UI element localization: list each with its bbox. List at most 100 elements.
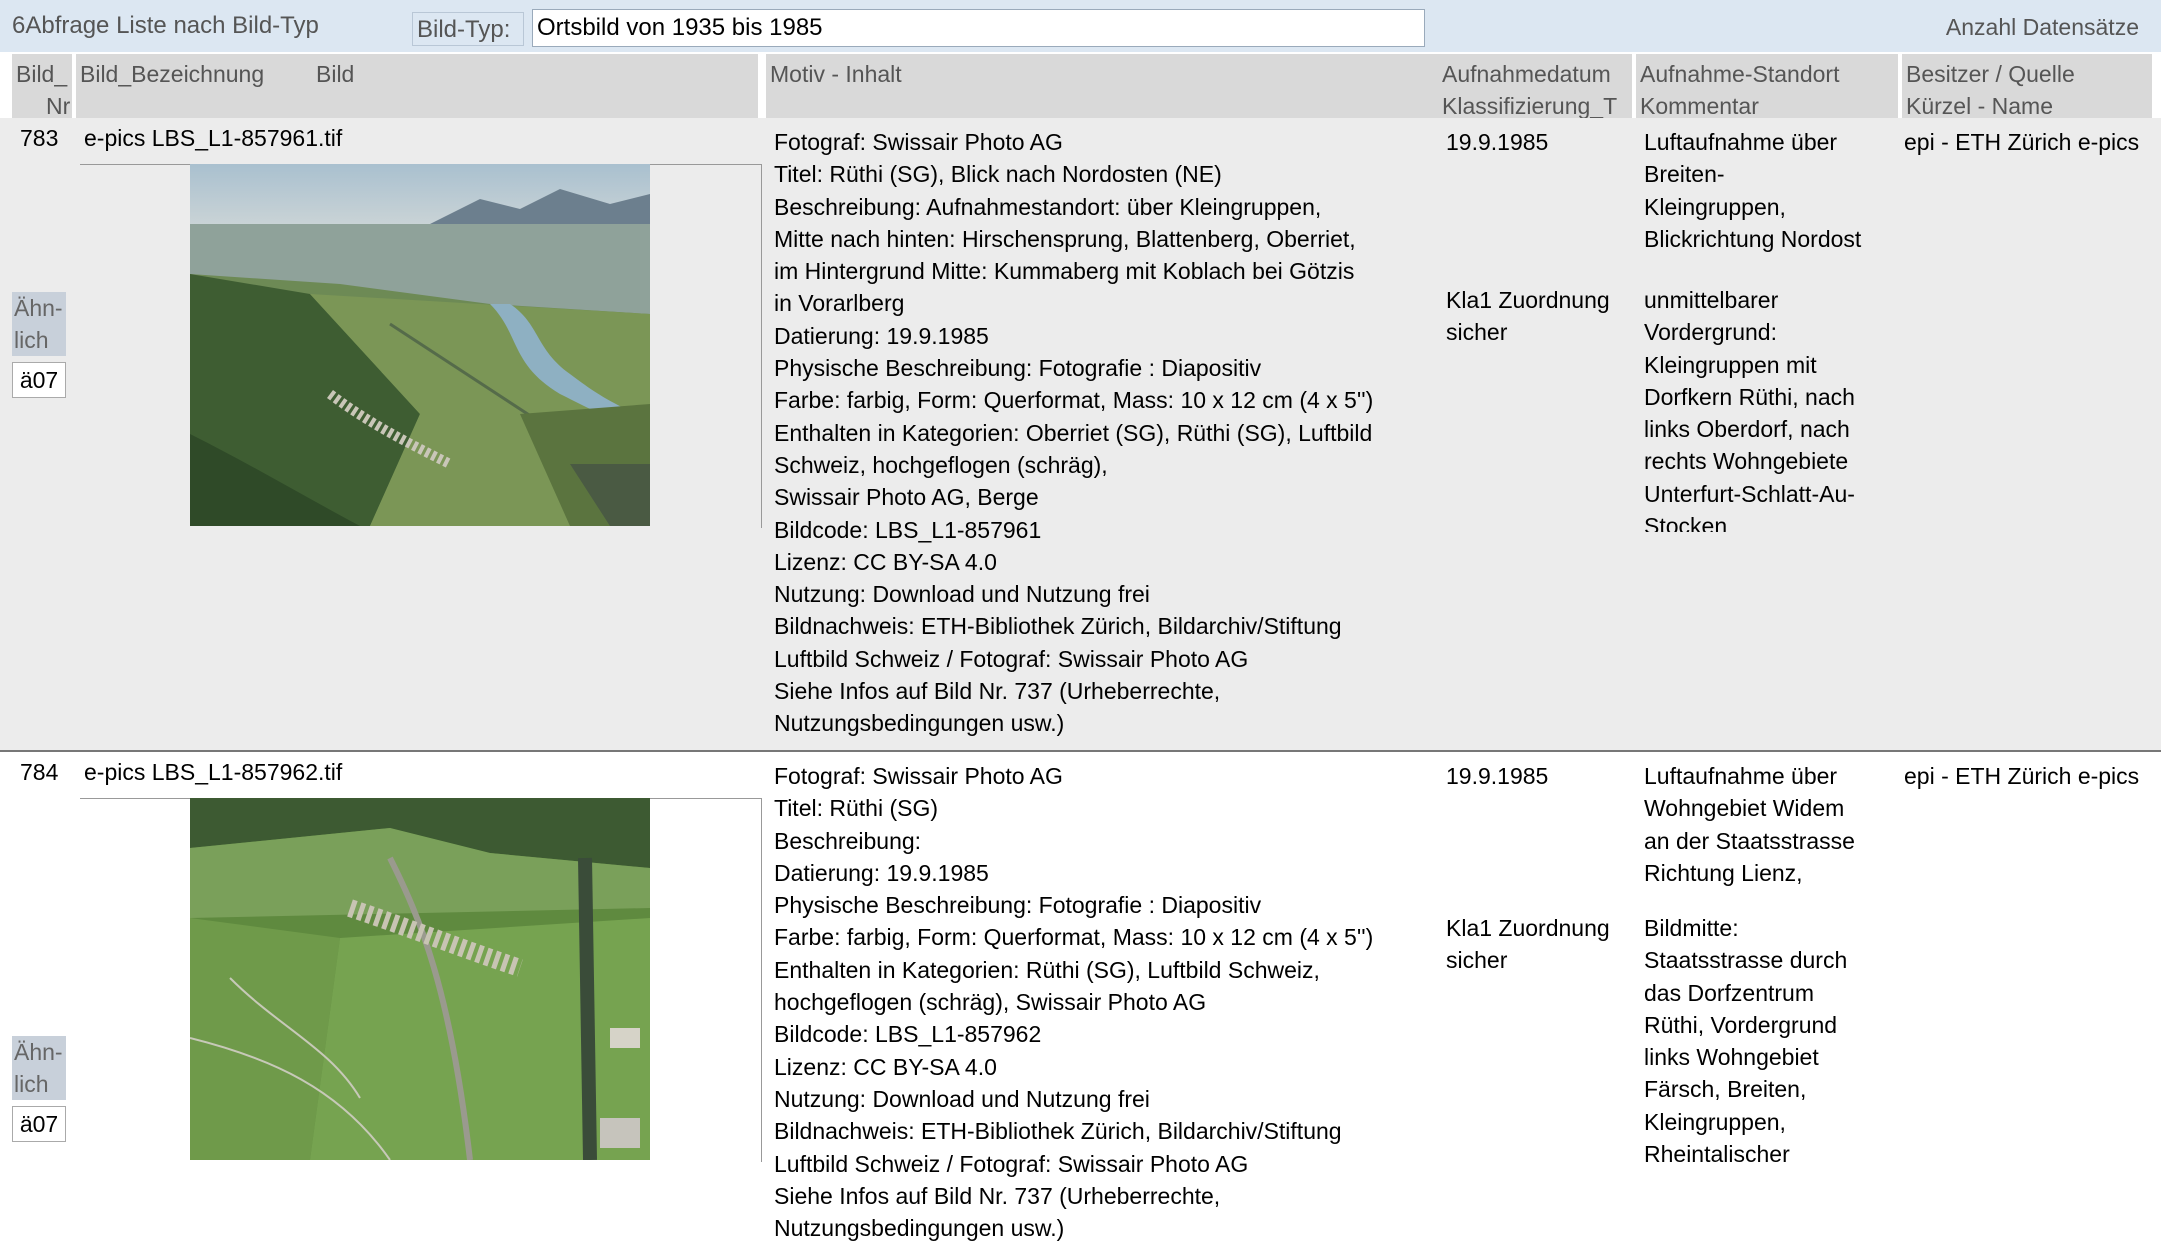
motiv-line: Mitte nach hinten: Hirschensprung, Blatt… (774, 225, 1356, 252)
kommentar-line: Rheintalischer (1644, 1141, 1790, 1164)
column-header-besitzer: Besitzer / Quelle Kürzel - Name (1902, 54, 2152, 119)
motiv-line: Schweiz, hochgeflogen (schräg), (774, 451, 1108, 478)
kommentar-line: Kleingruppen mit (1644, 351, 1817, 378)
similar-code-field[interactable]: ä07 (12, 1106, 66, 1142)
aerial-photo[interactable] (190, 164, 650, 526)
klassifizierung[interactable]: Kla1 Zuordnung sicher (1446, 912, 1610, 977)
bild-nr: 784 (20, 759, 59, 785)
similar-button[interactable]: Ähn- lich (12, 1036, 66, 1100)
column-header-bezeichnung: Bild_Bezeichnung Bild (76, 54, 758, 118)
motiv-line: Bildnachweis: ETH-Bibliothek Zürich, Bil… (774, 1118, 1342, 1145)
form-title: 6Abfrage Liste nach Bild-Typ (12, 12, 319, 39)
kommentar-line: Vordergrund: (1644, 319, 1777, 346)
motiv-line: Lizenz: CC BY-SA 4.0 (774, 1053, 997, 1080)
motiv-line: Physische Beschreibung: Fotografie : Dia… (774, 355, 1262, 382)
motiv-line: Titel: Rüthi (SG) (774, 795, 939, 822)
similar-label: Ähn- (14, 1039, 63, 1065)
standort-line: Wohngebiet Widem (1644, 795, 1845, 822)
kommentar-line: Färsch, Breiten, (1644, 1076, 1807, 1103)
bild-nr: 783 (20, 125, 59, 151)
motiv-line: Datierung: 19.9.1985 (774, 859, 989, 886)
motiv-line: Luftbild Schweiz / Fotograf: Swissair Ph… (774, 645, 1249, 672)
bild-bezeichnung[interactable]: e-pics LBS_L1-857961.tif (84, 122, 342, 154)
similar-label: lich (14, 327, 49, 353)
motiv-line: Bildnachweis: ETH-Bibliothek Zürich, Bil… (774, 613, 1342, 640)
header-text: Motiv - Inhalt (770, 61, 902, 87)
motiv-line: Nutzung: Download und Nutzung frei (774, 1085, 1150, 1112)
aufnahmedatum[interactable]: 19.9.1985 (1446, 760, 1548, 792)
filter-label: Bild-Typ: (412, 12, 524, 46)
similar-code-field[interactable]: ä07 (12, 362, 66, 398)
motiv-line: in Vorarlberg (774, 290, 905, 317)
column-header-standort: Aufnahme-Standort Kommentar (1636, 54, 1898, 119)
aufnahmedatum[interactable]: 19.9.1985 (1446, 126, 1548, 158)
motiv-inhalt-text[interactable]: Fotograf: Swissair Photo AG Titel: Rüthi… (774, 126, 1373, 740)
standort-line: Richtung Lienz, (1644, 859, 1803, 886)
column-header-row: Bild_ Nr Bild_Bezeichnung Bild Motiv - I… (0, 52, 2161, 119)
aufnahme-standort[interactable]: Luftaufnahme über Wohngebiet Widem an de… (1644, 760, 1884, 890)
motiv-line: Nutzungsbedingungen usw.) (774, 710, 1065, 737)
standort-line: Breiten- (1644, 161, 1725, 188)
kommentar-line: unmittelbarer (1644, 287, 1779, 313)
motiv-line: im Hintergrund Mitte: Kummaberg mit Kobl… (774, 258, 1355, 285)
motiv-line: Bildcode: LBS_L1-857962 (774, 1021, 1042, 1048)
besitzer-quelle[interactable]: epi - ETH Zürich e-pics (1904, 126, 2139, 158)
klass-line: sicher (1446, 319, 1508, 346)
aerial-photo[interactable] (190, 798, 650, 1160)
kommentar-line: Bildmitte: (1644, 915, 1739, 941)
header-text: Besitzer / Quelle (1906, 61, 2075, 87)
kommentar[interactable]: Bildmitte: Staatsstrasse durch das Dorfz… (1644, 912, 1884, 1164)
kommentar-line: Unterfurt-Schlatt-Au- (1644, 480, 1855, 507)
motiv-line: hochgeflogen (schräg), Swissair Photo AG (774, 989, 1207, 1016)
record-row[interactable]: 783 e-pics LBS_L1-857961.tif Ähn- lich ä… (0, 118, 2161, 752)
motiv-line: Enthalten in Kategorien: Rüthi (SG), Luf… (774, 956, 1320, 983)
kommentar-line: das Dorfzentrum (1644, 979, 1815, 1006)
motiv-inhalt-text[interactable]: Fotograf: Swissair Photo AG Titel: Rüthi… (774, 760, 1373, 1244)
motiv-line: Beschreibung: Aufnahmestandort: über Kle… (774, 193, 1322, 220)
besitzer-quelle[interactable]: epi - ETH Zürich e-pics (1904, 760, 2139, 792)
bild-typ-filter-input[interactable]: Ortsbild von 1935 bis 1985 (532, 9, 1425, 47)
similar-label: Ähn- (14, 295, 63, 321)
kommentar-line: Staatsstrasse durch (1644, 947, 1848, 974)
klass-line: sicher (1446, 947, 1508, 974)
kommentar-line: Stocken (1644, 513, 1728, 532)
standort-line: Kleingruppen, (1644, 193, 1786, 220)
klassifizierung[interactable]: Kla1 Zuordnung sicher (1446, 284, 1610, 349)
column-header-bild-nr: Bild_ Nr (12, 54, 72, 119)
kommentar-line: links Wohngebiet (1644, 1044, 1819, 1071)
column-header-motiv: Motiv - Inhalt (766, 54, 1438, 118)
motiv-line: Fotograf: Swissair Photo AG (774, 763, 1063, 789)
standort-line: Blickrichtung Nordost (1644, 225, 1862, 252)
similar-button[interactable]: Ähn- lich (12, 292, 66, 356)
standort-line: Luftaufnahme über (1644, 763, 1838, 789)
column-header-aufnahmedatum: Aufnahmedatum Klassifizierung_T (1438, 54, 1632, 119)
motiv-line: Enthalten in Kategorien: Oberriet (SG), … (774, 419, 1373, 446)
motiv-line: Datierung: 19.9.1985 (774, 322, 989, 349)
standort-line: an der Staatsstrasse (1644, 827, 1855, 854)
motiv-line: Farbe: farbig, Form: Querformat, Mass: 1… (774, 924, 1374, 951)
motiv-line: Siehe Infos auf Bild Nr. 737 (Urheberrec… (774, 678, 1221, 705)
kommentar-line: links Oberdorf, nach (1644, 416, 1850, 443)
kommentar-line: Rüthi, Vordergrund (1644, 1011, 1838, 1038)
motiv-line: Lizenz: CC BY-SA 4.0 (774, 548, 997, 575)
motiv-line: Luftbild Schweiz / Fotograf: Swissair Ph… (774, 1150, 1249, 1177)
bild-bezeichnung[interactable]: e-pics LBS_L1-857962.tif (84, 756, 342, 788)
header-text: Aufnahmedatum (1442, 61, 1611, 87)
motiv-line: Physische Beschreibung: Fotografie : Dia… (774, 892, 1262, 919)
aufnahme-standort[interactable]: Luftaufnahme über Breiten- Kleingruppen,… (1644, 126, 1884, 256)
kommentar[interactable]: unmittelbarer Vordergrund: Kleingruppen … (1644, 284, 1884, 532)
header-text: Bild_ (16, 61, 68, 87)
motiv-line: Farbe: farbig, Form: Querformat, Mass: 1… (774, 387, 1374, 414)
standort-line: Luftaufnahme über (1644, 129, 1838, 155)
motiv-line: Swissair Photo AG, Berge (774, 484, 1039, 511)
motiv-line: Siehe Infos auf Bild Nr. 737 (Urheberrec… (774, 1182, 1221, 1209)
kommentar-line: Dorfkern Rüthi, nach (1644, 383, 1855, 410)
kommentar-line: Kleingruppen, (1644, 1108, 1786, 1135)
similar-label: lich (14, 1071, 49, 1097)
header-text: Aufnahme-Standort (1640, 61, 1840, 87)
motiv-line: Beschreibung: (774, 827, 922, 854)
record-row[interactable]: 784 e-pics LBS_L1-857962.tif Ähn- lich ä… (0, 752, 2161, 1241)
klass-line: Kla1 Zuordnung (1446, 287, 1610, 313)
motiv-line: Titel: Rüthi (SG), Blick nach Nordosten … (774, 161, 1222, 188)
kommentar-line: rechts Wohngebiete (1644, 448, 1849, 475)
